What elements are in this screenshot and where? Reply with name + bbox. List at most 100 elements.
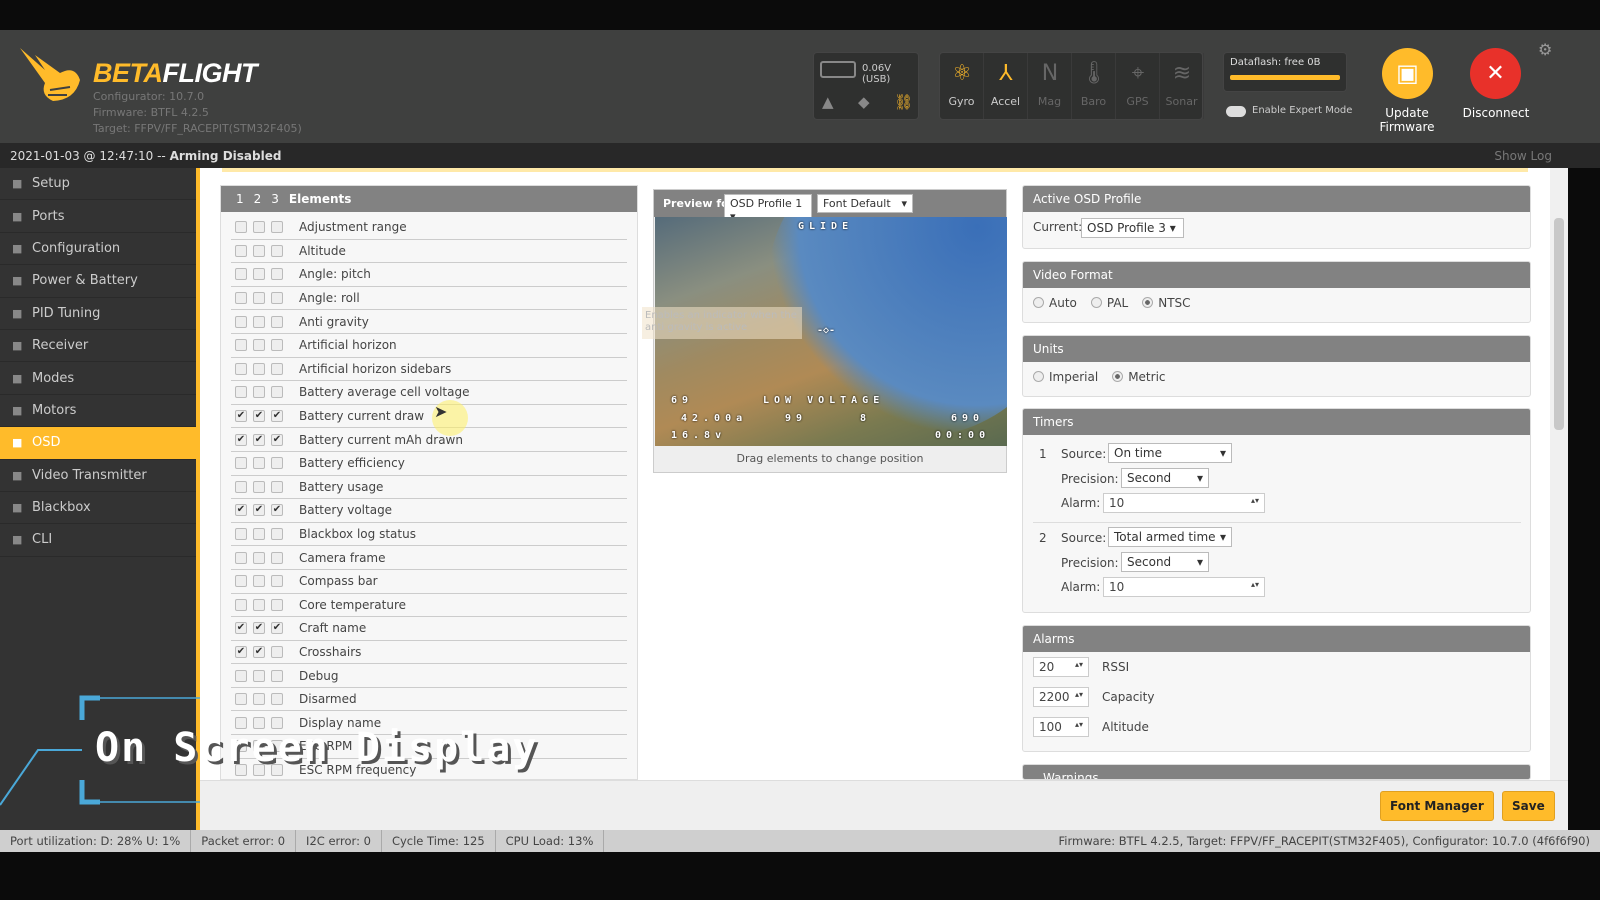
element-profile-3-checkbox[interactable]: [271, 598, 283, 611]
update-firmware-button[interactable]: ▣: [1382, 48, 1433, 99]
element-profile-3-checkbox[interactable]: [271, 244, 283, 257]
element-profile-3-checkbox[interactable]: ✔: [271, 622, 283, 635]
osd-link-quality[interactable]: 99: [785, 413, 807, 424]
element-profile-2-checkbox[interactable]: [253, 693, 265, 706]
element-profile-1-checkbox[interactable]: [235, 598, 247, 611]
alarm-altitude-input[interactable]: 100 ▴▾: [1033, 717, 1089, 737]
crosshairs-icon[interactable]: -◇-: [817, 325, 835, 336]
timer-precision-select[interactable]: Second ▾: [1121, 552, 1209, 572]
sidebar-item-receiver[interactable]: ■ Receiver: [0, 330, 196, 363]
save-button[interactable]: Save: [1502, 791, 1555, 821]
osd-current-draw[interactable]: 42.00a: [681, 413, 747, 424]
element-profile-1-checkbox[interactable]: [235, 457, 247, 470]
element-profile-1-checkbox[interactable]: [235, 693, 247, 706]
element-profile-1-checkbox[interactable]: [235, 244, 247, 257]
element-profile-3-checkbox[interactable]: [271, 315, 283, 328]
current-profile-select[interactable]: OSD Profile 3 ▾: [1081, 218, 1184, 238]
element-profile-1-checkbox[interactable]: [235, 362, 247, 375]
element-profile-1-checkbox[interactable]: [235, 528, 247, 541]
video_format-option-pal[interactable]: PAL: [1090, 296, 1128, 310]
radio-button[interactable]: [1033, 297, 1044, 308]
element-profile-1-checkbox[interactable]: ✔: [235, 433, 247, 446]
osd-timer[interactable]: 00:00: [935, 430, 990, 441]
element-profile-1-checkbox[interactable]: [235, 575, 247, 588]
sidebar-item-video-transmitter[interactable]: ■ Video Transmitter: [0, 460, 196, 492]
element-profile-1-checkbox[interactable]: [235, 292, 247, 305]
sidebar-item-modes[interactable]: ■ Modes: [0, 362, 196, 395]
element-profile-1-checkbox[interactable]: ✔: [235, 410, 247, 423]
timer-source-select[interactable]: On time ▾: [1108, 443, 1232, 463]
timer-source-select[interactable]: Total armed time ▾: [1108, 527, 1232, 547]
element-profile-2-checkbox[interactable]: [253, 268, 265, 281]
element-profile-3-checkbox[interactable]: [271, 362, 283, 375]
sidebar-item-osd[interactable]: ■ OSD: [0, 427, 196, 460]
element-profile-2-checkbox[interactable]: [253, 575, 265, 588]
sidebar-item-pid-tuning[interactable]: ■ PID Tuning: [0, 298, 196, 330]
settings-gear-icon[interactable]: ⚙: [1538, 40, 1552, 59]
units-option-imperial[interactable]: Imperial: [1033, 370, 1098, 384]
radio-button[interactable]: [1142, 297, 1154, 308]
element-profile-3-checkbox[interactable]: [271, 693, 283, 706]
element-profile-1-checkbox[interactable]: [235, 386, 247, 399]
element-profile-1-checkbox[interactable]: [235, 669, 247, 682]
element-profile-3-checkbox[interactable]: ✔: [271, 504, 283, 517]
osd-battery-voltage[interactable]: 16.8v: [671, 430, 726, 441]
element-profile-2-checkbox[interactable]: [253, 339, 265, 352]
element-profile-2-checkbox[interactable]: [253, 386, 265, 399]
element-profile-2-checkbox[interactable]: [253, 315, 265, 328]
element-profile-3-checkbox[interactable]: [271, 575, 283, 588]
element-profile-2-checkbox[interactable]: ✔: [253, 622, 265, 635]
element-profile-3-checkbox[interactable]: [271, 386, 283, 399]
element-profile-3-checkbox[interactable]: [271, 457, 283, 470]
radio-button[interactable]: [1090, 297, 1102, 308]
osd-rssi[interactable]: 69: [671, 395, 693, 406]
element-profile-1-checkbox[interactable]: [235, 339, 247, 352]
element-profile-1-checkbox[interactable]: [235, 221, 247, 234]
scrollbar-thumb[interactable]: [1554, 218, 1564, 430]
element-profile-3-checkbox[interactable]: [271, 480, 283, 493]
element-profile-2-checkbox[interactable]: ✔: [253, 410, 265, 423]
element-profile-1-checkbox[interactable]: ✔: [235, 622, 247, 635]
timer-alarm-input[interactable]: 10 ▴▾: [1103, 577, 1265, 597]
element-profile-3-checkbox[interactable]: [271, 292, 283, 305]
units-option-metric[interactable]: Metric: [1112, 370, 1166, 384]
element-profile-2-checkbox[interactable]: [253, 457, 265, 470]
sidebar-item-configuration[interactable]: ■ Configuration: [0, 233, 196, 266]
element-profile-1-checkbox[interactable]: [235, 480, 247, 493]
element-profile-2-checkbox[interactable]: [253, 480, 265, 493]
timer-precision-select[interactable]: Second ▾: [1121, 468, 1209, 488]
sidebar-item-power-battery[interactable]: ■ Power & Battery: [0, 265, 196, 298]
element-profile-3-checkbox[interactable]: [271, 339, 283, 352]
element-profile-3-checkbox[interactable]: [271, 645, 283, 658]
font-manager-button[interactable]: Font Manager: [1380, 791, 1494, 821]
sidebar-item-ports[interactable]: ■ Ports: [0, 200, 196, 233]
profile-tab-1[interactable]: 1: [236, 192, 244, 206]
osd-lq[interactable]: 8: [860, 413, 871, 424]
element-profile-1-checkbox[interactable]: ✔: [235, 645, 247, 658]
element-profile-3-checkbox[interactable]: ✔: [271, 410, 283, 423]
expert-mode-toggle[interactable]: [1226, 106, 1246, 117]
sidebar-item-blackbox[interactable]: ■ Blackbox: [0, 492, 196, 525]
element-profile-3-checkbox[interactable]: [271, 268, 283, 281]
element-profile-2-checkbox[interactable]: [253, 362, 265, 375]
timer-alarm-input[interactable]: 10 ▴▾: [1103, 493, 1265, 513]
video_format-option-auto[interactable]: Auto: [1033, 296, 1077, 310]
element-profile-2-checkbox[interactable]: ✔: [253, 645, 265, 658]
element-profile-1-checkbox[interactable]: ✔: [235, 504, 247, 517]
element-profile-1-checkbox[interactable]: [235, 315, 247, 328]
sidebar-item-motors[interactable]: ■ Motors: [0, 395, 196, 428]
element-profile-1-checkbox[interactable]: [235, 551, 247, 564]
element-profile-2-checkbox[interactable]: [253, 528, 265, 541]
element-profile-3-checkbox[interactable]: [271, 221, 283, 234]
radio-button[interactable]: [1033, 371, 1044, 382]
element-profile-2-checkbox[interactable]: [253, 669, 265, 682]
preview-font-select[interactable]: Font Default ▾: [817, 194, 913, 213]
video_format-option-ntsc[interactable]: NTSC: [1142, 296, 1191, 310]
element-profile-2-checkbox[interactable]: ✔: [253, 504, 265, 517]
element-profile-3-checkbox[interactable]: [271, 528, 283, 541]
sidebar-item-setup[interactable]: ■ Setup: [0, 168, 196, 201]
disconnect-button[interactable]: ✕: [1470, 48, 1521, 99]
profile-tab-2[interactable]: 2: [254, 192, 262, 206]
osd-craft-name[interactable]: GLIDE: [798, 221, 853, 232]
element-profile-1-checkbox[interactable]: [235, 268, 247, 281]
